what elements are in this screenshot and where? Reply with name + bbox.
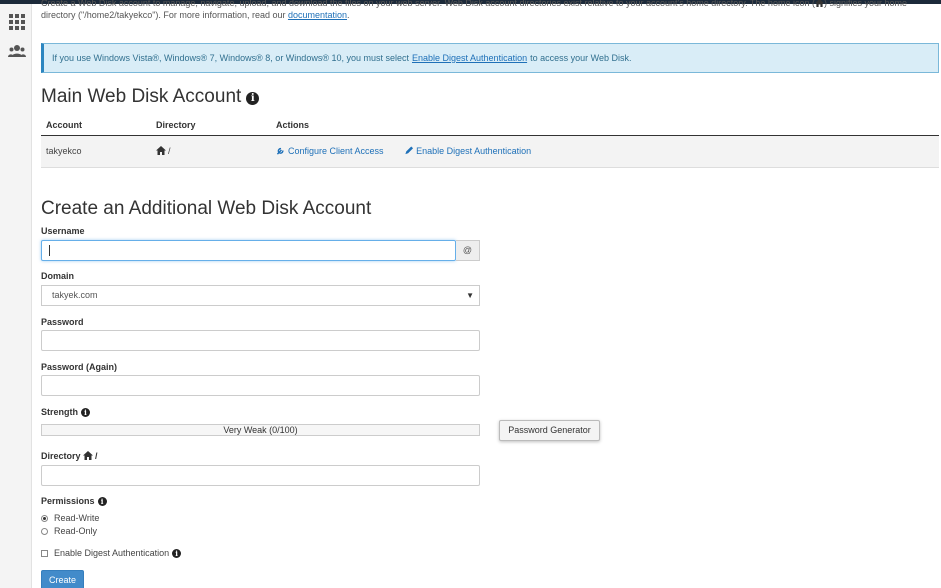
col-account: Account <box>41 116 151 136</box>
alert-text-after: to access your Web Disk. <box>530 53 632 63</box>
username-label: Username <box>41 226 85 236</box>
info-icon[interactable]: i <box>172 548 182 558</box>
strength-label-text: Strength <box>41 407 78 417</box>
info-icon[interactable]: i <box>246 92 260 105</box>
domain-label: Domain <box>41 271 75 281</box>
caret-down-icon: ▼ <box>466 291 474 300</box>
home-icon <box>83 451 94 460</box>
info-icon[interactable]: i <box>97 497 107 506</box>
documentation-link[interactable]: documentation <box>288 10 347 20</box>
text-caret <box>49 245 50 256</box>
sidebar <box>0 4 32 588</box>
wrench-icon <box>276 147 284 155</box>
password-label: Password <box>41 317 84 327</box>
enable-digest-link[interactable]: Enable Digest Authentication <box>404 146 531 156</box>
configure-client-access-link[interactable]: Configure Client Access <box>276 146 384 156</box>
radio-button-checked[interactable] <box>41 514 48 522</box>
info-alert: If you use Windows Vista®, Windows® 7, W… <box>41 43 939 73</box>
enable-digest-label: Enable Digest Authentication <box>416 146 532 156</box>
strength-meter: Very Weak (0/100) <box>41 424 480 436</box>
table-row: takyekco / Configure Client Access Enabl… <box>41 135 939 168</box>
main-account-title: Main Web Disk Account <box>41 86 242 107</box>
password-generator-button[interactable]: Password Generator <box>499 420 600 441</box>
permissions-label: Permissions i <box>41 496 107 506</box>
digest-label: Enable Digest Authentication <box>54 548 170 558</box>
intro-line2: directory ("/home2/takyekco"). For more … <box>41 10 288 20</box>
intro-line1b: ) signifies your home <box>823 0 908 8</box>
intro-line1: Create a Web Disk account to manage, nav… <box>41 0 815 8</box>
alert-text: If you use Windows Vista®, Windows® 7, W… <box>52 53 409 63</box>
main-account-table: Account Directory Actions takyekco / Con… <box>41 116 939 168</box>
home-icon <box>815 0 824 7</box>
intro-line2-end: . <box>347 10 350 20</box>
main-account-heading: Main Web Disk Account i <box>41 86 260 108</box>
directory-value: / <box>168 146 171 156</box>
pencil-icon <box>405 146 414 155</box>
digest-checkbox[interactable] <box>41 549 48 557</box>
password-input[interactable] <box>41 330 480 351</box>
cell-account: takyekco <box>41 135 151 168</box>
intro-text: Create a Web Disk account to manage, nav… <box>41 0 937 21</box>
create-heading: Create an Additional Web Disk Account <box>41 198 372 219</box>
strength-label: Strength i <box>41 407 90 417</box>
col-actions: Actions <box>271 116 939 136</box>
cell-directory: / <box>151 135 271 168</box>
read-only-label: Read-Only <box>54 526 98 536</box>
users-icon[interactable] <box>8 42 26 60</box>
radio-read-only[interactable]: Read-Only <box>41 526 97 536</box>
domain-selected-value: takyek.com <box>52 290 98 300</box>
apps-grid-icon[interactable] <box>8 13 26 31</box>
create-button[interactable]: Create <box>41 570 84 588</box>
at-addon: @ <box>456 240 480 261</box>
directory-input[interactable] <box>41 465 480 486</box>
directory-label: Directory / <box>41 451 98 461</box>
password-again-label: Password (Again) <box>41 362 118 372</box>
cell-actions: Configure Client Access Enable Digest Au… <box>271 135 939 168</box>
configure-client-access-label: Configure Client Access <box>288 146 384 156</box>
digest-checkbox-row[interactable]: Enable Digest Authentication i <box>41 548 182 558</box>
home-icon <box>156 146 166 155</box>
radio-read-write[interactable]: Read-Write <box>41 513 99 523</box>
info-icon[interactable]: i <box>81 408 90 417</box>
directory-suffix: / <box>95 451 98 461</box>
alert-digest-link[interactable]: Enable Digest Authentication <box>412 53 527 63</box>
permissions-label-text: Permissions <box>41 496 95 506</box>
read-write-label: Read-Write <box>54 513 100 523</box>
directory-label-text: Directory <box>41 451 81 461</box>
password-again-input[interactable] <box>41 375 480 396</box>
radio-button[interactable] <box>41 527 48 535</box>
username-input[interactable] <box>41 240 456 261</box>
col-directory: Directory <box>151 116 271 136</box>
domain-select[interactable]: takyek.com ▼ <box>41 285 480 306</box>
